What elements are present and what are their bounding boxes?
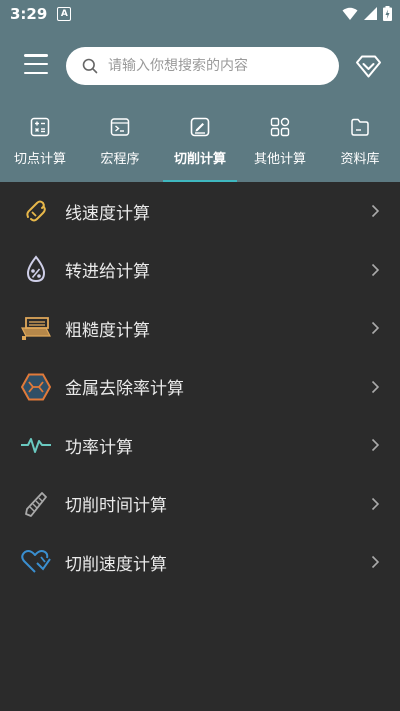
list-item-line-speed[interactable]: 线速度计算 <box>0 182 400 241</box>
app-header <box>0 28 400 106</box>
feed-drop-icon <box>20 254 52 286</box>
status-bar: 3:29 A <box>0 0 400 28</box>
menu-button[interactable] <box>24 54 48 74</box>
status-time: 3:29 <box>10 5 48 23</box>
list-item-roughness[interactable]: 粗糙度计算 <box>0 299 400 358</box>
list-item-cutting-speed[interactable]: 切削速度计算 <box>0 533 400 592</box>
chevron-right-icon <box>371 263 380 276</box>
tab-cutting-calc[interactable]: 切削计算 <box>160 106 240 182</box>
tab-label: 切削计算 <box>173 152 226 167</box>
chevron-right-icon <box>371 555 380 569</box>
tab-point-calc[interactable]: 切点计算 <box>0 106 80 182</box>
tab-library[interactable]: 资料库 <box>320 106 400 182</box>
status-indicators <box>342 6 392 21</box>
list-item-label: 切削时间计算 <box>65 496 167 517</box>
edit-note-icon <box>190 117 210 137</box>
menu-icon-line <box>24 62 48 66</box>
calc-list: 线速度计算 转进给计算 粗糙度计算 金属去除率计算 功率计算 切削时间计算 切削… <box>0 182 400 592</box>
cutting-speed-icon <box>20 546 52 578</box>
tab-other-calc[interactable]: 其他计算 <box>240 106 320 182</box>
battery-icon <box>383 6 392 21</box>
signal-icon <box>364 7 377 20</box>
search-input[interactable] <box>106 57 330 75</box>
wifi-icon <box>342 7 358 20</box>
list-item-feed[interactable]: 转进给计算 <box>0 241 400 300</box>
tab-macro[interactable]: 宏程序 <box>80 106 160 182</box>
calculator-icon <box>30 117 50 137</box>
notification-a-icon: A <box>57 7 72 21</box>
line-speed-icon <box>20 195 52 227</box>
list-item-label: 切削速度计算 <box>65 554 167 575</box>
folder-icon <box>351 118 369 136</box>
list-item-metal-removal[interactable]: 金属去除率计算 <box>0 358 400 417</box>
tab-label: 切点计算 <box>13 152 66 167</box>
list-item-power[interactable]: 功率计算 <box>0 416 400 475</box>
list-item-label: 线速度计算 <box>65 203 150 224</box>
power-wave-icon <box>20 429 52 461</box>
menu-icon-line <box>24 54 48 57</box>
roughness-icon <box>20 312 52 344</box>
search-icon <box>82 58 98 74</box>
terminal-icon <box>110 118 130 136</box>
metal-removal-icon <box>20 371 52 403</box>
category-tabs: 切点计算 宏程序 切削计算 其他计算 资料库 <box>0 106 400 182</box>
top-panel: 3:29 A 切点计算 宏程序 切削计算 <box>0 0 400 182</box>
menu-icon-line <box>24 71 48 74</box>
list-item-label: 转进给计算 <box>65 262 150 283</box>
grid-apps-icon <box>270 117 290 137</box>
list-item-label: 功率计算 <box>65 437 133 458</box>
chevron-right-icon <box>371 204 380 218</box>
tab-label: 其他计算 <box>253 152 306 167</box>
chevron-right-icon <box>371 380 380 393</box>
list-item-label: 金属去除率计算 <box>65 379 184 400</box>
chevron-right-icon <box>371 497 380 510</box>
search-bar[interactable] <box>66 47 339 85</box>
list-item-label: 粗糙度计算 <box>65 320 150 341</box>
tab-label: 宏程序 <box>100 152 140 167</box>
chevron-right-icon <box>371 321 380 335</box>
vip-diamond-icon[interactable] <box>355 54 382 79</box>
cutting-time-icon <box>20 488 52 520</box>
chevron-right-icon <box>371 438 380 452</box>
tab-label: 资料库 <box>340 152 380 167</box>
list-item-cutting-time[interactable]: 切削时间计算 <box>0 475 400 534</box>
